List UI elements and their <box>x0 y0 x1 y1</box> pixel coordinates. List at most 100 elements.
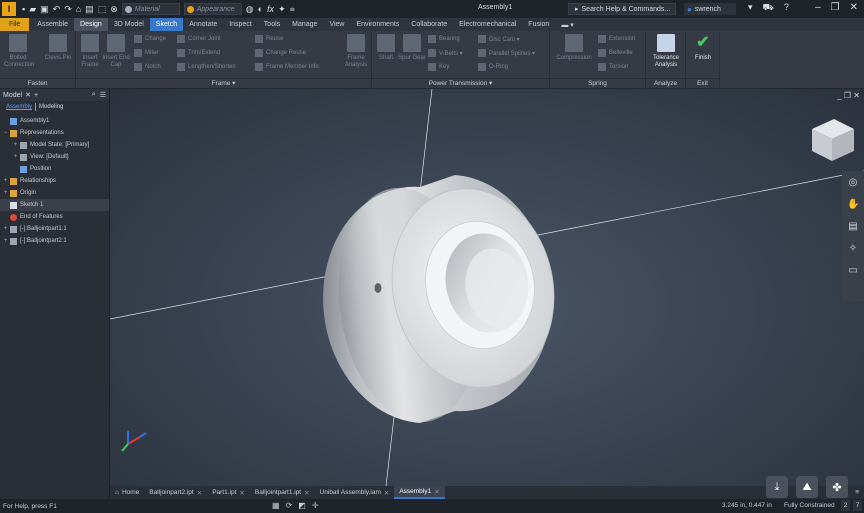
fan-icon[interactable]: ✤ <box>826 476 848 498</box>
shaft-button[interactable]: Shaft <box>372 34 400 62</box>
tree-item[interactable]: + Origin <box>0 187 109 199</box>
belleville-button[interactable]: Belleville <box>598 49 635 57</box>
save-icon[interactable]: ▣ <box>40 4 49 15</box>
document-tab[interactable]: Part1.ipt ✕ <box>207 486 250 499</box>
extension-button[interactable]: Extension <box>598 35 635 43</box>
insert-frame-button[interactable]: Insert Frame <box>76 34 104 69</box>
tab-file[interactable]: File <box>0 18 30 31</box>
tab-design[interactable]: Design <box>74 18 108 31</box>
graphics-viewport[interactable]: _ ❐ ✕ ◎ ✋ ▤ ✧ ▭ <box>110 89 864 486</box>
fusion-share-icon[interactable]: ⛰ <box>796 476 818 498</box>
visual-style-icon[interactable]: ⊗ <box>110 4 118 15</box>
document-tab[interactable]: Balljoinpart2.ipt ✕ <box>144 486 207 499</box>
document-tab[interactable]: ⌂ Home <box>110 486 144 499</box>
close-tab-icon[interactable]: ✕ <box>197 489 202 497</box>
change-button[interactable]: Change <box>134 35 166 43</box>
tree-item[interactable]: + Model State: [Primary] <box>0 139 109 151</box>
o-ring-button[interactable]: O-Ring <box>478 63 535 71</box>
tab-inspect[interactable]: Inspect <box>223 18 258 31</box>
close-tab-icon[interactable]: ✕ <box>434 488 439 496</box>
new-file-icon[interactable]: ▪ <box>22 4 25 14</box>
miter-button[interactable]: Miter <box>134 49 166 57</box>
compression-button[interactable]: Compression <box>554 34 594 62</box>
tab-sketch[interactable]: Sketch <box>149 18 184 31</box>
look-at-icon[interactable]: ▭ <box>847 265 859 277</box>
material-dropdown[interactable]: Material <box>121 3 180 15</box>
tab-assemble[interactable]: Assemble <box>31 18 74 31</box>
frame-analysis-button[interactable]: Frame Analysis <box>342 34 370 69</box>
tab-manage[interactable]: Manage <box>286 18 323 31</box>
open-folder-icon[interactable]: ▰ <box>29 4 36 15</box>
help-search-input[interactable]: ▸ Search Help & Commands... <box>568 3 676 15</box>
expander-icon[interactable]: + <box>12 142 19 148</box>
customize-qat-icon[interactable]: ⩧ <box>290 4 295 15</box>
add-icon[interactable]: ✦ <box>278 4 286 15</box>
tab-collaborate[interactable]: Collaborate <box>405 18 453 31</box>
display-icon[interactable]: ◩ <box>298 501 306 510</box>
tree-item[interactable]: Sketch 1 <box>0 199 109 211</box>
spur-gear-button[interactable]: Spur Gear <box>398 34 426 62</box>
undo-icon[interactable]: ↶ <box>53 4 61 15</box>
document-tab[interactable]: Balljointpart1.ipt ✕ <box>250 486 315 499</box>
download-icon[interactable]: ⤓ <box>766 476 788 498</box>
torsion-button[interactable]: Torsion <box>598 63 635 71</box>
reuse-button[interactable]: Reuse <box>255 35 319 43</box>
tab-electromechanical[interactable]: Electromechanical <box>453 18 522 31</box>
appearance-dropdown[interactable]: Appearance <box>183 3 242 15</box>
tree-item[interactable]: + View: [Default] <box>0 151 109 163</box>
close-browser-tab-icon[interactable]: ✕ <box>25 91 31 99</box>
trim-extend-button[interactable]: Trim/Extend <box>177 49 236 57</box>
cart-icon[interactable]: ⛟ <box>763 2 774 14</box>
tab-tools[interactable]: Tools <box>258 18 286 31</box>
project-icon[interactable]: ▤ <box>85 4 94 15</box>
bolted-connection-button[interactable]: Bolted Connection <box>4 34 34 69</box>
close-tab-icon[interactable]: ✕ <box>239 489 244 497</box>
notch-button[interactable]: Notch <box>134 63 166 71</box>
pan-hand-icon[interactable]: ✋ <box>847 199 859 211</box>
tree-item[interactable]: Assembly1 <box>0 115 109 127</box>
change-reuse-button[interactable]: Change Reuse <box>255 49 319 57</box>
chevron-down-icon[interactable]: ▾ <box>748 2 753 14</box>
minimize-icon[interactable]: – <box>815 2 821 13</box>
grid-icon[interactable]: ▦ <box>272 501 280 510</box>
orbit-icon[interactable]: ✧ <box>847 243 859 255</box>
v-belts-button[interactable]: V-Belts ▾ <box>428 49 463 57</box>
expander-icon[interactable]: − <box>2 130 9 136</box>
document-tab[interactable]: Uniball Assembly.iam ✕ <box>315 486 395 499</box>
lengthen-shorten-button[interactable]: Lengthen/Shorten <box>177 63 236 71</box>
redo-icon[interactable]: ↷ <box>64 4 72 15</box>
tab-view[interactable]: View <box>323 18 350 31</box>
close-tab-icon[interactable]: ✕ <box>384 489 389 497</box>
viewcube[interactable] <box>812 119 854 161</box>
steering-wheel-icon[interactable]: ◎ <box>847 177 859 189</box>
clear-appearance-icon[interactable]: ◍ <box>246 4 254 15</box>
adjust-appearance-icon[interactable]: ◐ <box>258 4 263 14</box>
restore-icon[interactable]: ❐ <box>831 2 840 13</box>
insert-end-cap-button[interactable]: Insert End Cap <box>102 34 130 69</box>
inventor-logo-icon[interactable]: I <box>2 2 16 16</box>
tree-item[interactable]: − Representations <box>0 127 109 139</box>
viewport-minimize-icon[interactable]: _ <box>837 91 841 100</box>
document-tab[interactable]: Assembly1 ✕ <box>394 486 445 499</box>
tree-item[interactable]: + [-]:Balljointpart1:1 <box>0 223 109 235</box>
ribbon-options-icon[interactable]: ▬ ▾ <box>555 18 579 31</box>
expander-icon[interactable]: + <box>2 238 9 244</box>
assembly-mode-link[interactable]: Assembly <box>6 104 32 110</box>
zoom-icon[interactable]: ▤ <box>847 221 859 233</box>
parameters-fx-icon[interactable]: fx <box>267 4 274 14</box>
finish-button[interactable]: ✔ Finish <box>689 34 717 62</box>
disc-cam-button[interactable]: Disc Cam ▾ <box>478 35 535 43</box>
help-icon[interactable]: ? <box>784 2 789 14</box>
tree-item[interactable]: End of Features <box>0 211 109 223</box>
tab-environments[interactable]: Environments <box>350 18 405 31</box>
corner-joint-button[interactable]: Corner Joint <box>177 35 236 43</box>
tab-fusion[interactable]: Fusion <box>522 18 555 31</box>
tree-item[interactable]: Position <box>0 163 109 175</box>
crosshair-icon[interactable]: ✛ <box>312 501 319 510</box>
expander-icon[interactable]: + <box>2 226 9 232</box>
frame-member-info-button[interactable]: Frame Member Info <box>255 63 319 71</box>
search-icon[interactable]: ⌕ <box>92 91 96 99</box>
close-tab-icon[interactable]: ✕ <box>304 489 309 497</box>
bearing-button[interactable]: Bearing <box>428 35 463 43</box>
add-browser-tab-icon[interactable]: + <box>34 92 38 99</box>
